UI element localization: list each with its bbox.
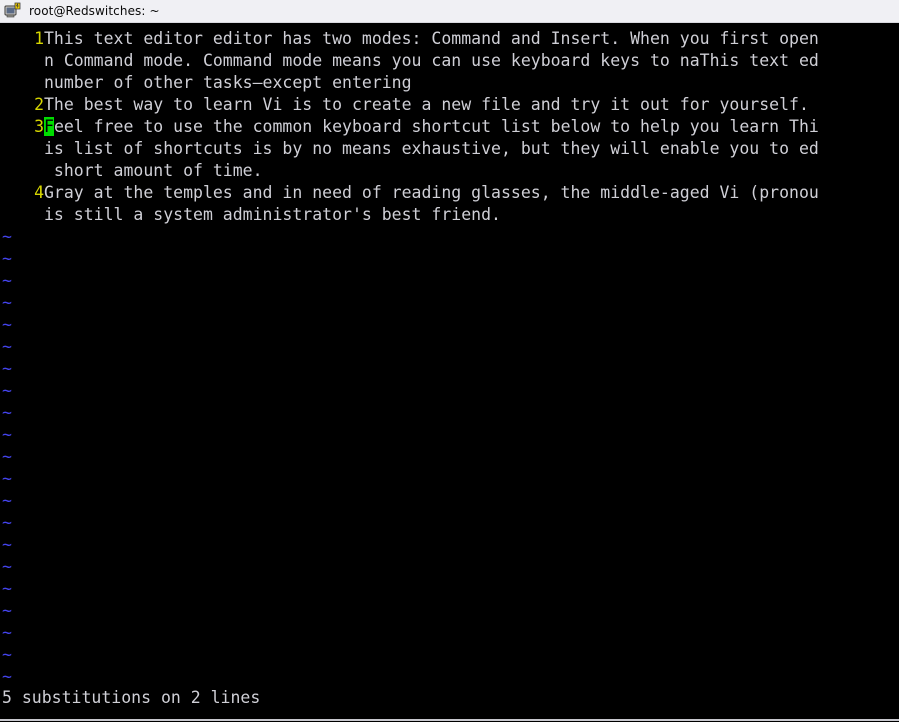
empty-line-marker: ~	[2, 271, 12, 290]
empty-line-marker: ~	[2, 557, 12, 576]
editor-line[interactable]: is still a system administrator's best f…	[44, 204, 501, 226]
empty-line-marker: ~	[2, 469, 12, 488]
empty-line-marker: ~	[2, 667, 12, 686]
editor-line[interactable]: n Command mode. Command mode means you c…	[44, 50, 819, 72]
empty-line-marker: ~	[2, 601, 12, 620]
line-number: 2	[34, 95, 44, 114]
empty-line-marker: ~	[2, 491, 12, 510]
empty-line-marker: ~	[2, 293, 12, 312]
window-bottom-edge	[0, 719, 899, 721]
line-text: number of other tasks—except entering	[44, 73, 412, 92]
editor-line[interactable]: is list of shortcuts is by no means exha…	[44, 138, 819, 160]
putty-terminal-icon	[4, 2, 22, 20]
line-text: is list of shortcuts is by no means exha…	[44, 139, 819, 158]
empty-line-marker: ~	[2, 447, 12, 466]
empty-line-marker: ~	[2, 381, 12, 400]
editor-line[interactable]: The best way to learn Vi is to create a …	[44, 94, 819, 116]
line-text: The best way to learn Vi is to create a …	[44, 95, 819, 114]
line-number: 1	[34, 29, 44, 48]
line-text: eel free to use the common keyboard shor…	[53, 117, 819, 136]
empty-line-marker: ~	[2, 513, 12, 532]
editor-line[interactable]: number of other tasks—except entering	[44, 72, 412, 94]
empty-line-marker: ~	[2, 315, 12, 334]
empty-line-marker: ~	[2, 535, 12, 554]
line-number: 3	[34, 117, 44, 136]
empty-line-marker: ~	[2, 645, 12, 664]
empty-line-marker: ~	[2, 359, 12, 378]
terminal-body[interactable]: 1 This text editor editor has two modes: …	[0, 23, 899, 721]
line-text: n Command mode. Command mode means you c…	[44, 51, 819, 70]
empty-line-marker: ~	[2, 337, 12, 356]
empty-line-marker: ~	[2, 227, 12, 246]
editor-line[interactable]: This text editor editor has two modes: C…	[44, 28, 819, 50]
line-text: is still a system administrator's best f…	[44, 205, 501, 224]
window-title: root@Redswitches: ~	[29, 4, 160, 18]
empty-line-marker: ~	[2, 425, 12, 444]
vi-status-line: 5 substitutions on 2 lines	[2, 688, 261, 707]
line-text: Gray at the temples and in need of readi…	[44, 183, 819, 202]
editor-line[interactable]: Gray at the temples and in need of readi…	[44, 182, 819, 204]
empty-line-marker: ~	[2, 623, 12, 642]
editor-line[interactable]: short amount of time.	[44, 160, 263, 182]
text-cursor: F	[44, 117, 54, 136]
empty-line-marker: ~	[2, 249, 12, 268]
editor-line[interactable]: Feel free to use the common keyboard sho…	[44, 116, 819, 138]
vi-editor-screen[interactable]: 1 This text editor editor has two modes: …	[0, 23, 899, 721]
line-text: This text editor editor has two modes: C…	[44, 29, 819, 48]
line-text: short amount of time.	[44, 161, 263, 180]
putty-terminal-window: root@Redswitches: ~ 1 This text editor ed…	[0, 0, 899, 722]
window-titlebar: root@Redswitches: ~	[0, 0, 899, 23]
line-number: 4	[34, 183, 44, 202]
empty-line-marker: ~	[2, 579, 12, 598]
empty-line-marker: ~	[2, 403, 12, 422]
